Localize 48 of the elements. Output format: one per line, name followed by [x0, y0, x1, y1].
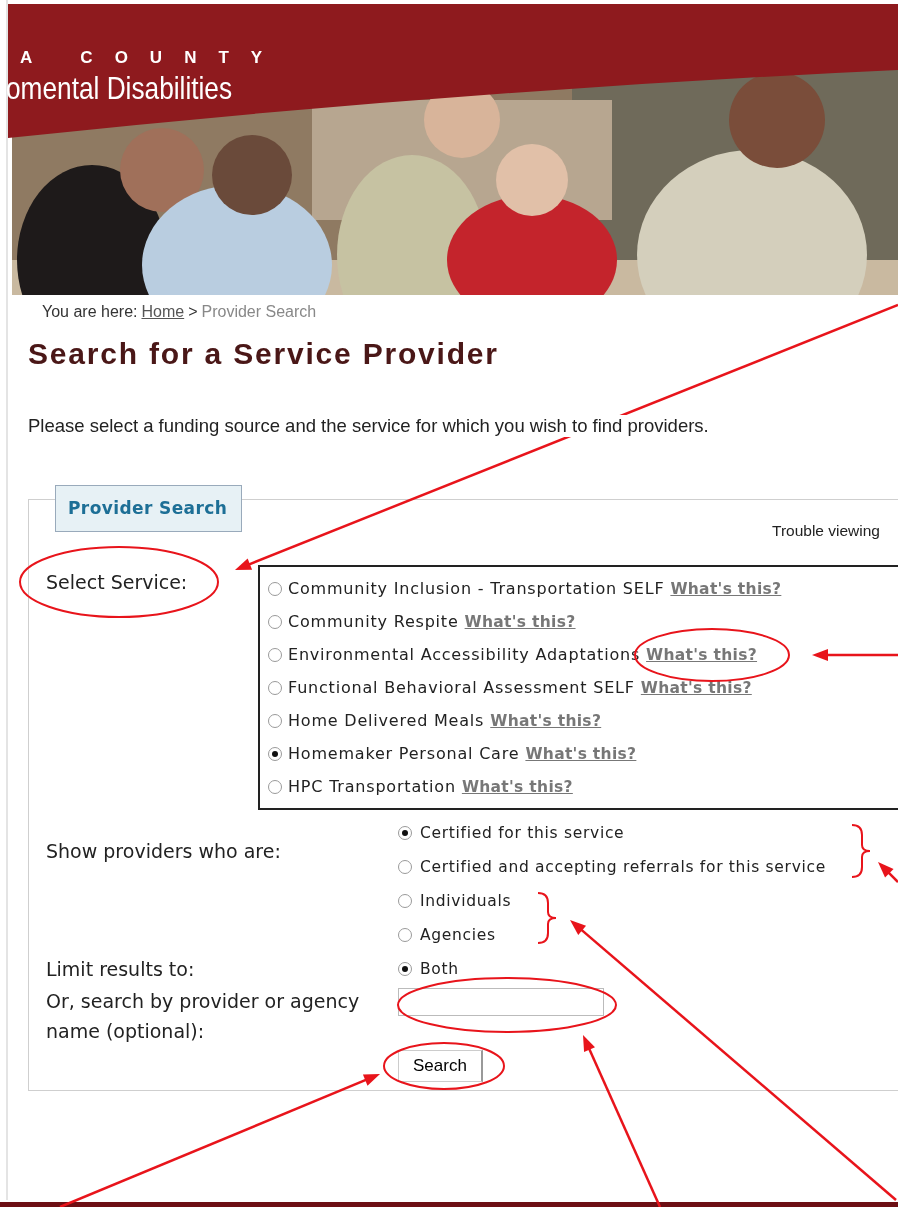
help-link[interactable]: What's this?: [464, 612, 576, 631]
help-link[interactable]: What's this?: [461, 777, 573, 796]
breadcrumb-current: Provider Search: [201, 303, 317, 321]
radio-button[interactable]: [398, 826, 412, 840]
help-link[interactable]: What's this?: [640, 678, 752, 697]
field-label: Limit results to:: [45, 957, 196, 982]
annotation-brace: [537, 892, 557, 944]
radio-button[interactable]: [398, 860, 412, 874]
provider-search-tab[interactable]: Provider Search: [55, 485, 243, 532]
home-link[interactable]: Home: [141, 303, 185, 321]
radio-button[interactable]: [268, 647, 282, 662]
help-link[interactable]: What's this?: [490, 711, 602, 730]
option-label: Individuals: [420, 892, 512, 910]
option-label: Certified and accepting referrals for this service: [420, 858, 826, 876]
option-label: Functional Behavioral Assessment SELF: [288, 678, 635, 697]
annotation-arrow: [878, 862, 898, 883]
page-title: Search for a Service Provider: [28, 337, 500, 371]
option-label: Certified for this service: [420, 824, 625, 842]
radio-button[interactable]: [398, 894, 412, 908]
county-text: A COUNTY: [20, 48, 285, 68]
radio-button[interactable]: [398, 928, 412, 942]
option-label: HPC Transportation: [288, 777, 456, 796]
annotation-brace: [851, 824, 871, 878]
breadcrumb-label: You are here:: [42, 303, 138, 321]
radio-button[interactable]: [268, 614, 282, 629]
option-label: Community Inclusion - Transportation SELF: [288, 579, 665, 598]
help-link[interactable]: What's this?: [670, 579, 782, 598]
option-label: Home Delivered Meals: [288, 711, 485, 730]
option-label: Agencies: [420, 926, 496, 944]
radio-button[interactable]: [268, 779, 282, 794]
option-label: Community Respite: [288, 612, 459, 631]
radio-button[interactable]: [268, 680, 282, 695]
name-search-field[interactable]: [398, 988, 604, 1016]
field-label: Show providers who are:: [45, 839, 282, 864]
intro-text: Please select a funding source and the service for which you wish to find providers.: [28, 415, 709, 437]
field-label: Select Service:: [45, 570, 189, 595]
radio-button[interactable]: [268, 746, 282, 761]
help-link[interactable]: What's this?: [525, 744, 637, 763]
option-label: Both: [420, 960, 459, 978]
search-button[interactable]: Search: [398, 1050, 483, 1082]
field-label: Or, search by provider or agency name (optional):: [45, 989, 361, 1044]
trouble-viewing-text: Trouble viewing: [772, 522, 880, 540]
help-link[interactable]: What's this?: [646, 645, 758, 664]
radio-button[interactable]: [268, 581, 282, 596]
option-label: Homemaker Personal Care: [288, 744, 520, 763]
radio-button[interactable]: [398, 962, 412, 976]
breadcrumb-separator: >: [188, 303, 198, 321]
radio-button[interactable]: [268, 713, 282, 728]
